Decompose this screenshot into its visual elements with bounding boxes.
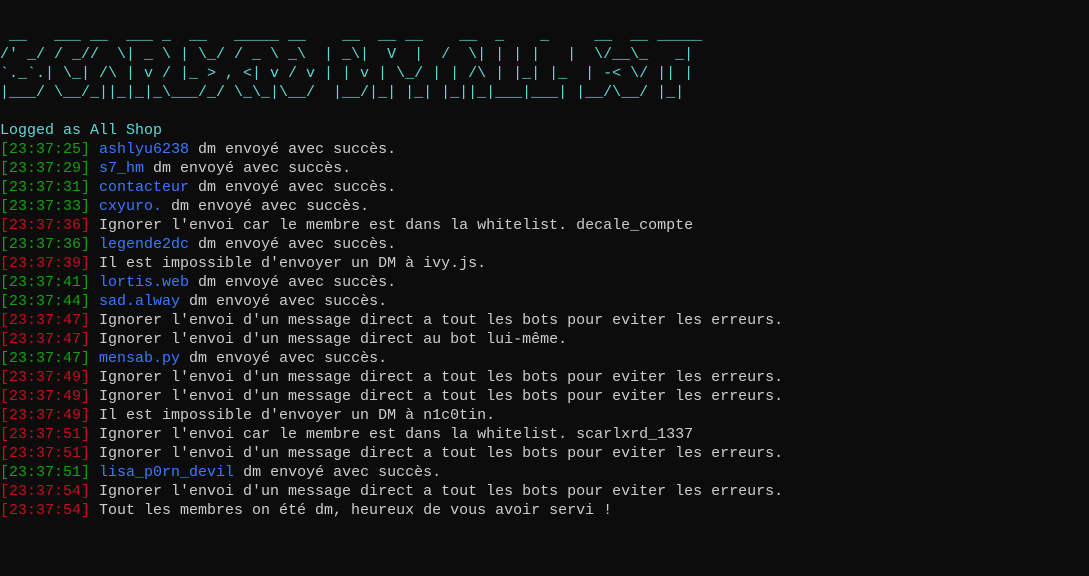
log-timestamp: [23:37:44] bbox=[0, 293, 91, 310]
log-line: [23:37:36] legende2dc dm envoyé avec suc… bbox=[0, 235, 1089, 254]
log-line: [23:37:39] Il est impossible d'envoyer u… bbox=[0, 254, 1089, 273]
log-line: [23:37:49] Il est impossible d'envoyer u… bbox=[0, 406, 1089, 425]
banner-line: |___/ \__/_||_|_|_\___/_/ \_\_|\__/ |__/… bbox=[0, 84, 685, 101]
log-line: [23:37:33] cxyuro. dm envoyé avec succès… bbox=[0, 197, 1089, 216]
log-timestamp: [23:37:54] bbox=[0, 502, 91, 519]
log-username: cxyuro. bbox=[99, 198, 163, 215]
log-username: mensab.py bbox=[99, 350, 181, 367]
log-message: dm envoyé avec succès. bbox=[189, 179, 397, 196]
log-message: Il est impossible d'envoyer un DM à ivy.… bbox=[90, 255, 487, 272]
terminal-output: __ ___ __ ___ _ __ _____ __ __ __ __ __ … bbox=[0, 0, 1089, 520]
log-message: Ignorer l'envoi car le membre est dans l… bbox=[90, 426, 694, 443]
log-timestamp: [23:37:36] bbox=[0, 217, 91, 234]
log-timestamp: [23:37:39] bbox=[0, 255, 91, 272]
log-timestamp: [23:37:31] bbox=[0, 179, 91, 196]
log-username: lortis.web bbox=[99, 274, 190, 291]
log-timestamp: [23:37:54] bbox=[0, 483, 91, 500]
log-timestamp: [23:37:29] bbox=[0, 160, 91, 177]
log-timestamp: [23:37:51] bbox=[0, 464, 91, 481]
log-line: [23:37:49] Ignorer l'envoi d'un message … bbox=[0, 368, 1089, 387]
log-username: contacteur bbox=[99, 179, 190, 196]
log-timestamp: [23:37:47] bbox=[0, 350, 91, 367]
log-username: ashlyu6238 bbox=[99, 141, 190, 158]
log-username: lisa_p0rn_devil bbox=[99, 464, 235, 481]
log-message: Ignorer l'envoi d'un message direct au b… bbox=[90, 331, 568, 348]
banner-line: `._`.| \_| /\ | v / |_ > , <| v / v | | … bbox=[0, 65, 694, 82]
log-line: [23:37:25] ashlyu6238 dm envoyé avec suc… bbox=[0, 140, 1089, 159]
log-timestamp: [23:37:51] bbox=[0, 445, 91, 462]
log-message: dm envoyé avec succès. bbox=[180, 350, 388, 367]
log-message: Tout les membres on été dm, heureux de v… bbox=[90, 502, 613, 519]
log-username: sad.alway bbox=[99, 293, 181, 310]
log-timestamp: [23:37:33] bbox=[0, 198, 91, 215]
log-timestamp: [23:37:47] bbox=[0, 331, 91, 348]
log-message: dm envoyé avec succès. bbox=[180, 293, 388, 310]
log-line: [23:37:49] Ignorer l'envoi d'un message … bbox=[0, 387, 1089, 406]
log-timestamp: [23:37:51] bbox=[0, 426, 91, 443]
log-timestamp: [23:37:49] bbox=[0, 388, 91, 405]
log-message: Ignorer l'envoi d'un message direct a to… bbox=[90, 388, 784, 405]
banner-line: __ ___ __ ___ _ __ _____ __ __ __ __ __ … bbox=[0, 27, 703, 44]
log-message: Ignorer l'envoi d'un message direct a to… bbox=[90, 445, 784, 462]
log-message: dm envoyé avec succès. bbox=[189, 236, 397, 253]
log-timestamp: [23:37:49] bbox=[0, 369, 91, 386]
log-timestamp: [23:37:36] bbox=[0, 236, 91, 253]
log-message: dm envoyé avec succès. bbox=[162, 198, 370, 215]
log-line: [23:37:31] contacteur dm envoyé avec suc… bbox=[0, 178, 1089, 197]
log-line: [23:37:36] Ignorer l'envoi car le membre… bbox=[0, 216, 1089, 235]
log-message: dm envoyé avec succès. bbox=[189, 274, 397, 291]
log-list: [23:37:25] ashlyu6238 dm envoyé avec suc… bbox=[0, 140, 1089, 520]
banner-line: /' _/ / _// \| _ \ | \_/ / _ \ _\ | _\| … bbox=[0, 46, 694, 63]
log-message: dm envoyé avec succès. bbox=[189, 141, 397, 158]
log-message: dm envoyé avec succès. bbox=[234, 464, 442, 481]
ascii-banner: __ ___ __ ___ _ __ _____ __ __ __ __ __ … bbox=[0, 26, 1089, 102]
log-timestamp: [23:37:25] bbox=[0, 141, 91, 158]
log-message: Ignorer l'envoi d'un message direct a to… bbox=[90, 483, 784, 500]
log-message: Ignorer l'envoi car le membre est dans l… bbox=[90, 217, 694, 234]
log-message: dm envoyé avec succès. bbox=[144, 160, 352, 177]
log-message: Il est impossible d'envoyer un DM à n1c0… bbox=[90, 407, 496, 424]
log-timestamp: [23:37:41] bbox=[0, 274, 91, 291]
log-line: [23:37:41] lortis.web dm envoyé avec suc… bbox=[0, 273, 1089, 292]
log-line: [23:37:54] Ignorer l'envoi d'un message … bbox=[0, 482, 1089, 501]
log-timestamp: [23:37:49] bbox=[0, 407, 91, 424]
log-timestamp: [23:37:47] bbox=[0, 312, 91, 329]
log-message: Ignorer l'envoi d'un message direct a to… bbox=[90, 312, 784, 329]
log-line: [23:37:47] mensab.py dm envoyé avec succ… bbox=[0, 349, 1089, 368]
log-line: [23:37:51] Ignorer l'envoi d'un message … bbox=[0, 444, 1089, 463]
log-line: [23:37:29] s7_hm dm envoyé avec succès. bbox=[0, 159, 1089, 178]
log-line: [23:37:44] sad.alway dm envoyé avec succ… bbox=[0, 292, 1089, 311]
log-line: [23:37:51] lisa_p0rn_devil dm envoyé ave… bbox=[0, 463, 1089, 482]
log-message: Ignorer l'envoi d'un message direct a to… bbox=[90, 369, 784, 386]
log-line: [23:37:47] Ignorer l'envoi d'un message … bbox=[0, 330, 1089, 349]
logged-as-status: Logged as All Shop bbox=[0, 122, 163, 139]
log-username: legende2dc bbox=[99, 236, 190, 253]
log-line: [23:37:51] Ignorer l'envoi car le membre… bbox=[0, 425, 1089, 444]
log-line: [23:37:47] Ignorer l'envoi d'un message … bbox=[0, 311, 1089, 330]
log-username: s7_hm bbox=[99, 160, 145, 177]
log-line: [23:37:54] Tout les membres on été dm, h… bbox=[0, 501, 1089, 520]
